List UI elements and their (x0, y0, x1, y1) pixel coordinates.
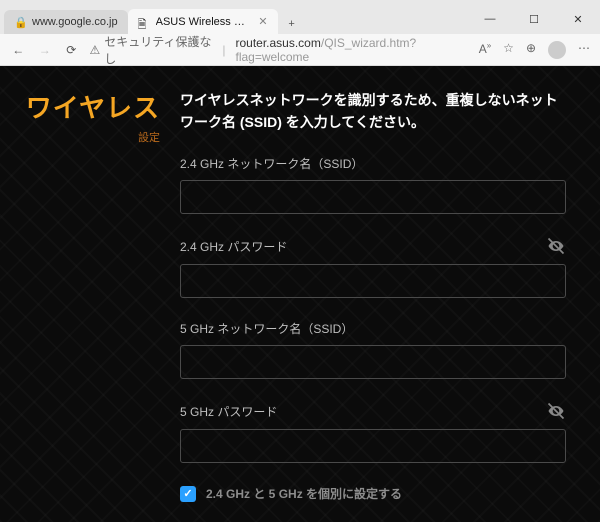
new-tab-button[interactable]: + (278, 18, 306, 34)
window-minimize-button[interactable]: — (468, 4, 512, 34)
window-close-button[interactable]: ✕ (556, 4, 600, 34)
url-display[interactable]: router.asus.com/QIS_wizard.htm?flag=welc… (235, 36, 468, 64)
favorite-icon[interactable]: ☆ (503, 41, 514, 59)
warning-icon: ⚠ (90, 43, 101, 57)
security-badge[interactable]: ⚠ セキュリティ保護なし (90, 33, 213, 67)
ssid-24-label: 2.4 GHz ネットワーク名（SSID） (180, 155, 566, 172)
password-24-label: 2.4 GHz パスワード (180, 238, 538, 255)
router-setup-page: ワイヤレス 設定 ワイヤレスネットワークを識別するため、重複しないネットワーク名… (0, 66, 600, 522)
tab-label: ASUS Wireless Router TUF-AX54 (156, 16, 253, 28)
profile-avatar[interactable] (548, 41, 566, 59)
password-5-label: 5 GHz パスワード (180, 403, 538, 420)
forward-icon: → (37, 43, 54, 57)
browser-titlebar: 🔒 www.google.co.jp 🗎 ASUS Wireless Route… (0, 0, 600, 34)
tab-label: www.google.co.jp (32, 16, 118, 28)
address-bar: ← → ⟳ ⚠ セキュリティ保護なし | router.asus.com/QIS… (0, 34, 600, 66)
globe-icon: 🔒 (14, 16, 26, 28)
visibility-off-icon[interactable] (546, 401, 566, 421)
ssid-5-input[interactable] (180, 345, 566, 379)
separate-bands-label: 2.4 GHz と 5 GHz を個別に設定する (206, 485, 402, 502)
brand-subtitle: 設定 (0, 129, 160, 145)
collections-icon[interactable]: ⊕ (526, 41, 536, 59)
ssid-24-input[interactable] (180, 180, 566, 214)
security-label: セキュリティ保護なし (104, 33, 212, 67)
brand-block: ワイヤレス 設定 (0, 66, 170, 522)
page-heading: ワイヤレスネットワークを識別するため、重複しないネットワーク名 (SSID) を… (180, 90, 566, 133)
read-aloud-icon[interactable]: A» (479, 41, 491, 59)
password-24-input[interactable] (180, 264, 566, 298)
back-icon[interactable]: ← (10, 43, 27, 57)
page-icon: 🗎 (138, 16, 150, 28)
password-5-input[interactable] (180, 429, 566, 463)
ssid-5-label: 5 GHz ネットワーク名（SSID） (180, 320, 566, 337)
close-icon[interactable]: ✕ (258, 15, 267, 28)
menu-icon[interactable]: ⋯ (578, 41, 590, 59)
tab-asus-router[interactable]: 🗎 ASUS Wireless Router TUF-AX54 ✕ (128, 9, 278, 34)
refresh-icon[interactable]: ⟳ (63, 43, 80, 57)
window-maximize-button[interactable]: ☐ (512, 4, 556, 34)
tab-google[interactable]: 🔒 www.google.co.jp (4, 10, 128, 34)
visibility-off-icon[interactable] (546, 236, 566, 256)
separate-bands-checkbox[interactable]: ✓ (180, 486, 196, 502)
brand-title: ワイヤレス (0, 88, 160, 125)
